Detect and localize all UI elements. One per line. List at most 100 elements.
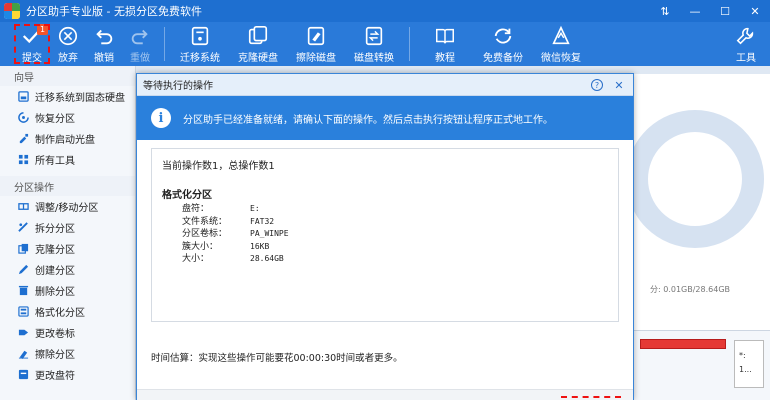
close-button[interactable]: ✕ xyxy=(740,0,770,22)
clone-disk-label: 克隆硬盘 xyxy=(238,53,278,64)
sidebar-item-label: 擦除分区 xyxy=(35,350,75,361)
operation-field: 大小： 28.64GB xyxy=(162,253,608,266)
label-icon xyxy=(18,327,29,338)
sidebar-section-wizard: 向导 xyxy=(0,66,135,86)
sidebar-item-delete-partition[interactable]: 删除分区 xyxy=(0,280,135,301)
migrate-system-button[interactable]: 迁移系统 xyxy=(171,22,229,66)
dialog-close-icon[interactable]: ✕ xyxy=(611,77,627,93)
tutorial-button[interactable]: 教程 xyxy=(416,22,474,66)
sidebar-item-change-drive-letter[interactable]: 更改盘符 xyxy=(0,364,135,385)
undo-icon xyxy=(96,29,113,45)
drive-letter-icon xyxy=(18,369,29,380)
tools-button[interactable]: 工具 xyxy=(728,22,764,66)
help-icon[interactable]: ? xyxy=(591,79,603,91)
maximize-button[interactable]: ☐ xyxy=(710,0,740,22)
dialog-controls: ? ✕ xyxy=(591,77,627,93)
cancel-icon xyxy=(58,26,78,46)
sidebar-item-boot-disc[interactable]: 制作启动光盘 xyxy=(0,128,135,149)
field-value: FAT32 xyxy=(250,216,275,226)
submit-highlight xyxy=(14,24,50,64)
sidebar-item-clone-partition[interactable]: 克隆分区 xyxy=(0,238,135,259)
disk-side-line: *: xyxy=(739,351,746,360)
redo-icon xyxy=(131,29,148,45)
sidebar-item-create-partition[interactable]: 创建分区 xyxy=(0,259,135,280)
sidebar-item-format-partition[interactable]: 格式化分区 xyxy=(0,301,135,322)
backup-icon xyxy=(494,28,512,44)
disk-usage-chart xyxy=(626,110,764,248)
sidebar-item-label: 拆分分区 xyxy=(35,224,75,235)
field-key: 盘符： xyxy=(182,204,210,214)
disk-side-line: 1... xyxy=(739,365,752,374)
field-key: 大小： xyxy=(182,254,210,264)
sidebar-item-split-partition[interactable]: 拆分分区 xyxy=(0,217,135,238)
sidebar-item-label: 更改卷标 xyxy=(35,329,75,340)
sidebar-item-migrate-ssd[interactable]: 迁移系统到固态硬盘 xyxy=(0,86,135,107)
create-icon xyxy=(18,264,29,275)
wipe-icon xyxy=(18,348,29,359)
convert-disk-button[interactable]: 磁盘转换 xyxy=(345,22,403,66)
delete-icon xyxy=(18,285,29,296)
dialog-banner: i 分区助手已经准备就绪，请确认下面的操作。然后点击执行按钮让程序正式地工作。 xyxy=(137,96,633,140)
field-value: PA_WINPE xyxy=(250,229,289,238)
field-value: 16KB xyxy=(250,241,270,251)
undo-button[interactable]: 撤销 xyxy=(86,22,122,66)
toolbar-divider xyxy=(409,27,410,61)
time-estimate: 时间估算：实现这些操作可能要花00:00:30时间或者更多。 xyxy=(151,353,403,364)
field-key: 分区卷标： xyxy=(182,229,228,239)
sidebar-item-label: 调整/移动分区 xyxy=(35,203,99,214)
wechat-restore-label: 微信恢复 xyxy=(541,53,581,64)
sidebar: 向导 迁移系统到固态硬盘 恢复分区 制作启动光盘 所有工具 分区操作 调整/移动… xyxy=(0,66,136,400)
wipe-disk-icon xyxy=(307,26,325,46)
toolbar: 提交 1 放弃 撤销 重做 迁移系统 克隆硬盘 擦除磁盘 磁盘转换 教程 免费备… xyxy=(0,22,770,66)
field-key: 文件系统： xyxy=(182,216,228,227)
minimize-button[interactable]: — xyxy=(680,0,710,22)
title-bar: 分区助手专业版 - 无损分区免费软件 ⇅ — ☐ ✕ xyxy=(0,0,770,22)
sidebar-item-label: 创建分区 xyxy=(35,266,75,277)
sidebar-item-label: 所有工具 xyxy=(35,156,75,167)
sidebar-item-label: 制作启动光盘 xyxy=(35,135,95,146)
sidebar-item-resize-partition[interactable]: 调整/移动分区 xyxy=(0,196,135,217)
window-controls: ⇅ — ☐ ✕ xyxy=(650,0,770,22)
resize-icon xyxy=(18,201,29,212)
boot-disc-icon xyxy=(18,133,29,144)
sidebar-item-label: 恢复分区 xyxy=(35,114,75,125)
sidebar-item-recover-partition[interactable]: 恢复分区 xyxy=(0,107,135,128)
free-backup-label: 免费备份 xyxy=(483,53,523,64)
tools-label: 工具 xyxy=(736,53,756,64)
toolbar-divider xyxy=(164,27,165,61)
dialog-title-bar: 等待执行的操作 xyxy=(137,74,633,96)
disk-usage-text: 分: 0.01GB/28.64GB xyxy=(650,285,731,294)
field-key: 簇大小： xyxy=(182,241,219,252)
wechat-restore-button[interactable]: 微信恢复 xyxy=(532,22,590,66)
discard-label: 放弃 xyxy=(58,53,78,64)
clone-disk-icon xyxy=(248,26,268,45)
operation-field: 文件系统： FAT32 xyxy=(162,216,608,229)
pending-operations-dialog: 等待执行的操作 ? ✕ i 分区助手已经准备就绪，请确认下面的操作。然后点击执行… xyxy=(136,73,634,400)
migrate-label: 迁移系统 xyxy=(180,53,220,64)
redo-button[interactable]: 重做 xyxy=(122,22,158,66)
clone-disk-button[interactable]: 克隆硬盘 xyxy=(229,22,287,66)
sidebar-item-wipe-partition[interactable]: 擦除分区 xyxy=(0,343,135,364)
sidebar-item-change-label[interactable]: 更改卷标 xyxy=(0,322,135,343)
info-icon: i xyxy=(151,108,171,128)
execute-button-highlight[interactable] xyxy=(561,396,621,400)
app-logo-icon xyxy=(4,3,20,19)
update-icon[interactable]: ⇅ xyxy=(650,0,680,22)
format-icon xyxy=(18,306,29,317)
wipe-disk-button[interactable]: 擦除磁盘 xyxy=(287,22,345,66)
free-backup-button[interactable]: 免费备份 xyxy=(474,22,532,66)
sidebar-item-all-tools[interactable]: 所有工具 xyxy=(0,149,135,170)
dialog-title: 等待执行的操作 xyxy=(143,81,213,92)
sidebar-item-label: 格式化分区 xyxy=(35,308,85,319)
tutorial-label: 教程 xyxy=(435,53,455,64)
tutorial-icon xyxy=(436,28,454,44)
operations-list: 当前操作数1，总操作数1 格式化分区 盘符： E: 文件系统： FAT32 分区卷标… xyxy=(151,148,619,322)
discard-button[interactable]: 放弃 xyxy=(50,22,86,66)
disk-side-box[interactable]: *: 1... xyxy=(734,340,764,388)
tools-icon xyxy=(736,27,754,45)
app-title: 分区助手专业版 - 无损分区免费软件 xyxy=(26,5,202,18)
convert-disk-icon xyxy=(365,26,383,46)
disk-usage-bar[interactable] xyxy=(640,339,726,349)
wechat-restore-icon xyxy=(552,25,570,45)
operation-field: 簇大小： 16KB xyxy=(162,241,608,254)
